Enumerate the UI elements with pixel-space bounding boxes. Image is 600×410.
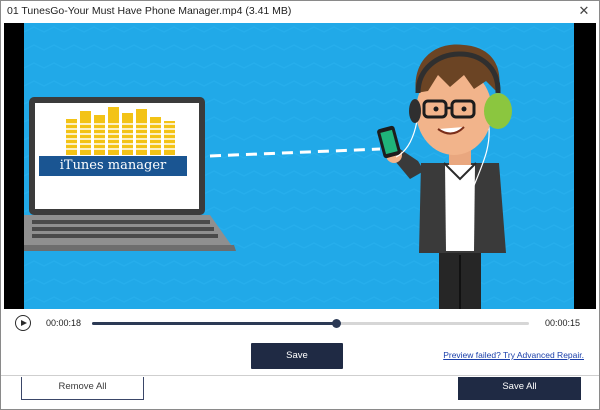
seek-bar[interactable]: [92, 319, 529, 328]
current-time: 00:00:18: [46, 318, 82, 328]
save-all-button[interactable]: Save All: [458, 377, 581, 400]
seek-bar-progress: [92, 322, 337, 325]
seek-handle[interactable]: [332, 319, 342, 328]
playback-controls: 00:00:18 00:00:15: [4, 309, 596, 339]
itunes-manager-label: iTunes manager: [39, 156, 187, 176]
window-title: 01 TunesGo-Your Must Have Phone Manager.…: [7, 5, 292, 17]
headphones-icon: [484, 93, 512, 129]
remove-all-button[interactable]: Remove All: [21, 377, 144, 400]
title-bar: 01 TunesGo-Your Must Have Phone Manager.…: [1, 1, 599, 23]
save-button[interactable]: Save: [251, 343, 343, 369]
play-icon[interactable]: [15, 315, 31, 331]
advanced-repair-link[interactable]: Preview failed? Try Advanced Repair.: [443, 350, 584, 360]
preview-window: 01 TunesGo-Your Must Have Phone Manager.…: [0, 0, 600, 410]
video-player[interactable]: iTunes manager: [4, 23, 596, 309]
video-frame: iTunes manager: [24, 23, 574, 309]
divider: [1, 375, 599, 376]
end-time: 00:00:15: [544, 318, 580, 328]
close-icon[interactable]: ✕: [577, 4, 591, 18]
